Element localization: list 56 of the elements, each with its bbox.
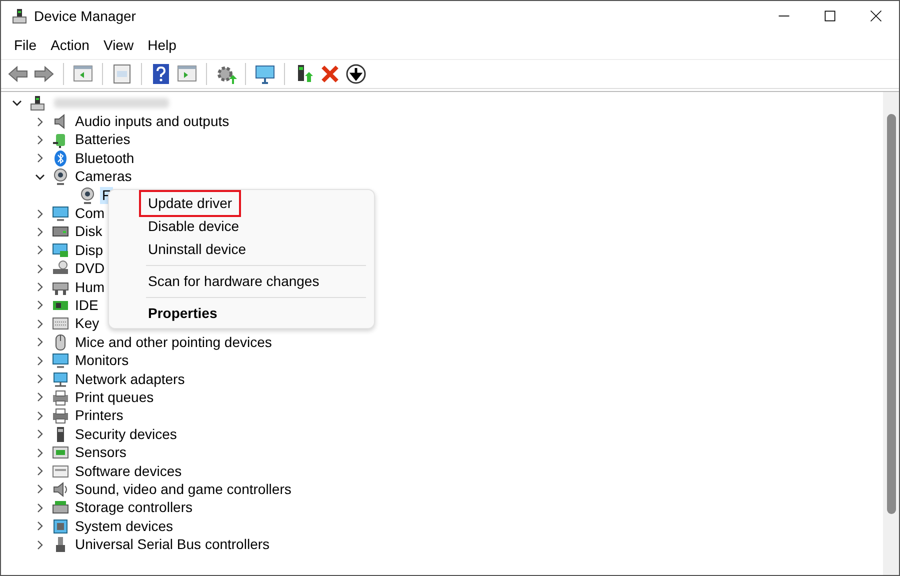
tree-item[interactable]: Batteries xyxy=(73,131,132,148)
tree-item[interactable]: Key xyxy=(73,315,102,332)
printer-icon xyxy=(52,407,69,424)
device-icon xyxy=(11,8,28,24)
chip-icon xyxy=(52,518,69,535)
menu-item[interactable]: Help xyxy=(140,34,184,56)
monitor-icon xyxy=(52,352,69,370)
menu-item[interactable]: Action xyxy=(44,34,96,56)
forward-arrow-icon[interactable] xyxy=(33,63,55,85)
network-icon xyxy=(52,370,69,388)
help-icon[interactable] xyxy=(150,63,172,85)
window-title: Device Manager xyxy=(34,6,136,26)
webcam-icon xyxy=(52,168,69,186)
tree-item[interactable]: Sensors xyxy=(73,444,128,462)
delete-icon[interactable] xyxy=(319,63,341,85)
tree-item[interactable]: System devices xyxy=(73,518,176,535)
printer-icon xyxy=(52,388,69,406)
back-arrow-icon[interactable] xyxy=(7,63,29,85)
tree-item[interactable]: Bluetooth xyxy=(73,150,136,167)
tree-item[interactable]: Storage controllers xyxy=(73,499,195,516)
sensor-icon xyxy=(52,444,69,462)
tree-item[interactable]: Disp xyxy=(73,242,106,259)
menu-item[interactable]: Scan for hardware changes xyxy=(139,268,328,295)
tree-item[interactable]: Network adapters xyxy=(73,370,187,388)
tree-item[interactable]: Com xyxy=(73,205,107,222)
tree-item[interactable]: DVD xyxy=(73,260,107,278)
drive-icon xyxy=(52,499,69,516)
webcam-icon xyxy=(79,186,96,204)
document-icon[interactable] xyxy=(111,63,133,85)
tree-item[interactable]: IDE xyxy=(73,296,100,314)
display-adapter-icon xyxy=(52,242,69,259)
tree-item[interactable]: Hum xyxy=(73,278,107,296)
tree-item[interactable]: Disk xyxy=(73,223,104,240)
speaker-icon xyxy=(52,480,69,498)
tree-item[interactable]: Security devices xyxy=(73,426,179,443)
bluetooth-icon xyxy=(52,150,69,167)
menu-item[interactable]: Properties xyxy=(139,300,226,327)
scrollbar[interactable] xyxy=(883,92,899,575)
tree-item[interactable]: Print queues xyxy=(73,388,156,406)
tree-item[interactable]: Universal Serial Bus controllers xyxy=(73,536,272,554)
tree-item[interactable]: Software devices xyxy=(73,462,184,480)
menu-item[interactable]: Update driver xyxy=(139,190,242,217)
device-icon xyxy=(52,462,69,480)
tree-item[interactable]: Monitors xyxy=(73,352,131,370)
download-icon[interactable] xyxy=(345,63,367,85)
menu-item[interactable]: View xyxy=(96,34,141,56)
keyboard-icon xyxy=(52,315,69,332)
tree-item[interactable]: Sound, video and game controllers xyxy=(73,480,294,498)
device-icon xyxy=(29,94,46,112)
tree-item[interactable]: Cameras xyxy=(73,168,134,186)
monitor-icon xyxy=(52,205,69,222)
tree-item[interactable]: Mice and other pointing devices xyxy=(73,334,274,351)
tree-item[interactable]: Printers xyxy=(73,407,126,424)
tree-item[interactable]: Audio inputs and outputs xyxy=(73,113,232,130)
monitor-icon[interactable] xyxy=(254,63,276,85)
menu-item[interactable]: File xyxy=(7,34,44,56)
